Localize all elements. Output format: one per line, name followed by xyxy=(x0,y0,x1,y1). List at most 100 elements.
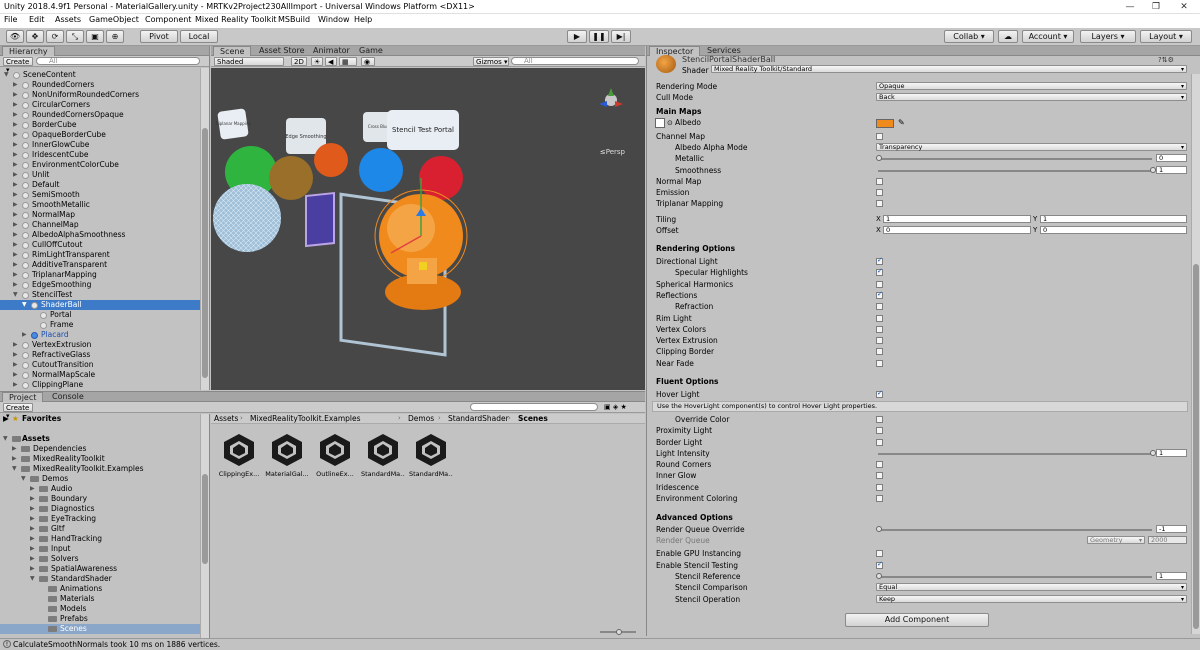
local-button[interactable]: Local xyxy=(180,30,218,43)
hierarchy-scrollbar[interactable] xyxy=(200,68,209,390)
hierarchy-item[interactable]: ▶ SemiSmooth xyxy=(0,190,200,200)
offset-y-field[interactable]: 0 xyxy=(1040,226,1187,234)
help-icon[interactable]: ?⇅⚙ xyxy=(1158,56,1174,64)
gpu-instancing-checkbox[interactable] xyxy=(876,550,883,557)
collapsed-arrow-icon[interactable]: ▶ xyxy=(30,484,35,494)
hierarchy-item[interactable]: ▶ NormalMap xyxy=(0,210,200,220)
hierarchy-item[interactable]: ▶ SmoothMetallic xyxy=(0,200,200,210)
hierarchy-item[interactable]: ▶ Unlit xyxy=(0,170,200,180)
collapsed-arrow-icon[interactable]: ▶ xyxy=(13,260,18,270)
minimize-icon[interactable]: — xyxy=(1120,1,1140,13)
collapsed-arrow-icon[interactable]: ▶ xyxy=(13,170,18,180)
project-folder-item[interactable]: ▶ Boundary xyxy=(0,494,200,504)
project-tree-scrollbar[interactable] xyxy=(200,414,209,638)
hierarchy-item[interactable]: ▶ InnerGlowCube xyxy=(0,140,200,150)
stencil-reference-slider-value-field[interactable]: 1 xyxy=(1156,572,1187,580)
hierarchy-item[interactable]: ▶ RoundedCorners xyxy=(0,80,200,90)
collapsed-arrow-icon[interactable]: ▶ xyxy=(13,160,18,170)
project-folder-item[interactable]: ▶ Dependencies xyxy=(0,444,200,454)
menu-window[interactable]: Window xyxy=(318,15,350,24)
collapsed-arrow-icon[interactable]: ▶ xyxy=(30,504,35,514)
layers-dropdown[interactable]: Layers ▾ xyxy=(1080,30,1136,43)
effects-icon[interactable]: ▦ xyxy=(339,57,357,66)
rendering-option-checkbox[interactable] xyxy=(876,314,883,322)
rendering-option-checkbox[interactable] xyxy=(876,267,883,277)
menu-help[interactable]: Help xyxy=(354,15,372,24)
breadcrumb-item[interactable]: Scenes xyxy=(518,414,548,424)
project-folder-item[interactable]: ▶ MixedRealityToolkit xyxy=(0,454,200,464)
hierarchy-item[interactable]: ▶ IridescentCube xyxy=(0,150,200,160)
pivot-button[interactable]: Pivot xyxy=(140,30,178,43)
collapsed-arrow-icon[interactable]: ▶ xyxy=(13,230,18,240)
hierarchy-item[interactable]: ▶ VertexExtrusion xyxy=(0,340,200,350)
stencil-reference-slider-handle[interactable] xyxy=(876,573,882,579)
metallic-slider-value-field[interactable]: 0 xyxy=(1156,154,1187,162)
project-folder-item[interactable]: ▶ SpatialAwareness xyxy=(0,564,200,574)
orientation-gizmo[interactable] xyxy=(599,88,623,107)
fluent-option-checkbox[interactable] xyxy=(876,494,883,502)
hierarchy-item[interactable]: ▶ EnvironmentColorCube xyxy=(0,160,200,170)
step-icon[interactable]: ▶| xyxy=(611,30,631,43)
hierarchy-create-button[interactable]: Create ▾ xyxy=(3,57,33,74)
rendering-option-checkbox[interactable] xyxy=(876,290,883,299)
menu-component[interactable]: Component xyxy=(145,15,191,24)
project-folder-item[interactable]: ▶ Diagnostics xyxy=(0,504,200,514)
breadcrumb-item[interactable]: Demos xyxy=(408,414,434,424)
render-queue-override-slider-value-field[interactable]: -1 xyxy=(1156,525,1187,533)
rendering-option-checkbox[interactable] xyxy=(876,337,883,345)
stencil-reference-slider-track[interactable] xyxy=(878,576,1152,578)
collapsed-arrow-icon[interactable]: ▶ xyxy=(22,330,27,340)
menu-msbuild[interactable]: MSBuild xyxy=(278,15,310,24)
add-component-button[interactable]: Add Component xyxy=(845,613,989,627)
hierarchy-item[interactable]: ▶ ClippingPlane xyxy=(0,380,200,390)
tab-animator[interactable]: Animator xyxy=(307,46,356,56)
hierarchy-item[interactable]: ▶ TriplanarMapping xyxy=(0,270,200,280)
persp-label[interactable]: ≤Persp xyxy=(600,148,625,156)
close-icon[interactable]: ✕ xyxy=(1174,1,1194,13)
collapsed-arrow-icon[interactable]: ▶ xyxy=(30,494,35,504)
stencil-comparison-dropdown[interactable]: Equal xyxy=(876,583,1187,591)
assets-row[interactable]: ▼ Assets xyxy=(0,434,200,444)
albedo-color-swatch[interactable] xyxy=(876,119,894,128)
light-intensity-slider-track[interactable] xyxy=(878,453,1152,455)
hierarchy-item[interactable]: ▶ CutoutTransition xyxy=(0,360,200,370)
render-queue-override-slider-track[interactable] xyxy=(878,529,1152,531)
collapsed-arrow-icon[interactable]: ▶ xyxy=(30,514,35,524)
collapsed-arrow-icon[interactable]: ▶ xyxy=(13,90,18,100)
collapsed-arrow-icon[interactable]: ▶ xyxy=(13,120,18,130)
account-dropdown[interactable]: Account ▾ xyxy=(1022,30,1074,43)
project-folder-item[interactable]: Materials xyxy=(0,594,200,604)
unity-scene-icon[interactable] xyxy=(221,432,257,468)
hierarchy-item[interactable]: ▶ BorderCube xyxy=(0,120,200,130)
metallic-slider-track[interactable] xyxy=(878,158,1152,160)
smoothness-slider-track[interactable] xyxy=(878,170,1152,172)
menu-edit[interactable]: Edit xyxy=(29,15,45,24)
hierarchy-item[interactable]: ▶ RefractiveGlass xyxy=(0,350,200,360)
project-folder-item[interactable]: ▶ Gltf xyxy=(0,524,200,534)
unity-scene-icon[interactable] xyxy=(269,432,305,468)
expanded-arrow-icon[interactable]: ▼ xyxy=(4,70,9,80)
collapsed-arrow-icon[interactable]: ▶ xyxy=(13,340,18,350)
rotate-tool-icon[interactable]: ⟳ xyxy=(46,30,64,43)
scene-viewport[interactable]: Triplanar Mapping Edge Smoothing Cross B… xyxy=(211,68,645,390)
project-folder-item[interactable]: ▶ EyeTracking xyxy=(0,514,200,524)
collapsed-arrow-icon[interactable]: ▶ xyxy=(13,80,18,90)
texture-picker-icon[interactable]: ⊙ xyxy=(667,119,673,127)
breadcrumb-item[interactable]: StandardShader xyxy=(448,414,509,424)
fluent-option-checkbox[interactable] xyxy=(876,438,883,446)
collapsed-arrow-icon[interactable]: ▶ xyxy=(30,524,35,534)
hierarchy-item[interactable]: ▼ ShaderBall xyxy=(0,300,200,310)
render-queue-override-slider-handle[interactable] xyxy=(876,526,882,532)
tab-hierarchy[interactable]: Hierarchy xyxy=(2,46,55,56)
rendering-option-checkbox[interactable] xyxy=(876,303,883,311)
menu-gameobject[interactable]: GameObject xyxy=(89,15,139,24)
cull-mode-dropdown[interactable]: Back xyxy=(876,93,1187,101)
collapsed-arrow-icon[interactable]: ▶ xyxy=(13,140,18,150)
hierarchy-item[interactable]: Frame xyxy=(0,320,200,330)
fluent-option-checkbox[interactable] xyxy=(876,472,883,480)
hierarchy-item[interactable]: ▶ AlbedoAlphaSmoothness xyxy=(0,230,200,240)
fluent-option-checkbox[interactable] xyxy=(876,416,883,423)
offset-x-field[interactable]: 0 xyxy=(883,226,1031,234)
stencil-testing-checkbox[interactable] xyxy=(876,560,883,569)
tab-game[interactable]: Game xyxy=(353,46,389,56)
